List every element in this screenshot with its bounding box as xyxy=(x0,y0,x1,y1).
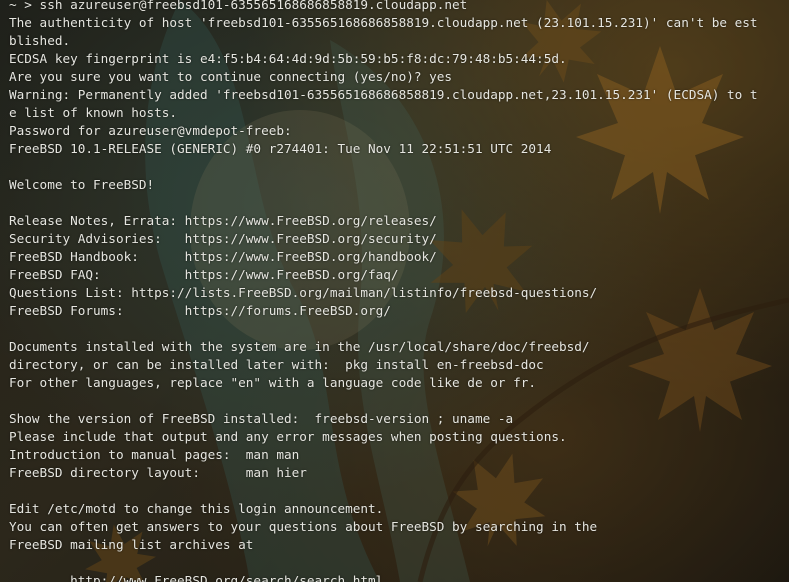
terminal-line: http://www.FreeBSD.org/search/search.htm… xyxy=(9,573,384,582)
terminal-output: ~ > ssh azureuser@freebsd101-63556516868… xyxy=(9,0,789,582)
terminal-line: e list of known hosts. xyxy=(9,105,178,120)
terminal-window[interactable]: ~ > ssh azureuser@freebsd101-63556516868… xyxy=(0,0,789,582)
terminal-line: FreeBSD Handbook: https://www.FreeBSD.or… xyxy=(9,249,437,264)
terminal-line: Documents installed with the system are … xyxy=(9,339,590,354)
terminal-line: Welcome to FreeBSD! xyxy=(9,177,155,192)
terminal-line: ECDSA key fingerprint is e4:f5:b4:64:4d:… xyxy=(9,51,567,66)
terminal-line: Please include that output and any error… xyxy=(9,429,567,444)
terminal-line: blished. xyxy=(9,33,71,48)
terminal-line: Introduction to manual pages: man man xyxy=(9,447,300,462)
terminal-line: For other languages, replace "en" with a… xyxy=(9,375,537,390)
terminal-line: directory, or can be installed later wit… xyxy=(9,357,544,372)
terminal-line: Security Advisories: https://www.FreeBSD… xyxy=(9,231,437,246)
terminal-line: Questions List: https://lists.FreeBSD.or… xyxy=(9,285,598,300)
terminal-line: Edit /etc/motd to change this login anno… xyxy=(9,501,384,516)
terminal-line: Are you sure you want to continue connec… xyxy=(9,69,453,84)
terminal-line: You can often get answers to your questi… xyxy=(9,519,598,534)
terminal-line: Show the version of FreeBSD installed: f… xyxy=(9,411,514,426)
terminal-line: The authenticity of host 'freebsd101-635… xyxy=(9,15,758,30)
terminal-line: Warning: Permanently added 'freebsd101-6… xyxy=(9,87,758,102)
terminal-line: FreeBSD 10.1-RELEASE (GENERIC) #0 r27440… xyxy=(9,141,552,156)
terminal-line: FreeBSD Forums: https://forums.FreeBSD.o… xyxy=(9,303,391,318)
terminal-line: FreeBSD FAQ: https://www.FreeBSD.org/faq… xyxy=(9,267,399,282)
terminal-line: ~ > ssh azureuser@freebsd101-63556516868… xyxy=(9,0,468,12)
terminal-line: Password for azureuser@vmdepot-freeb: xyxy=(9,123,292,138)
terminal-line: Release Notes, Errata: https://www.FreeB… xyxy=(9,213,437,228)
terminal-line: FreeBSD directory layout: man hier xyxy=(9,465,307,480)
terminal-line: FreeBSD mailing list archives at xyxy=(9,537,254,552)
